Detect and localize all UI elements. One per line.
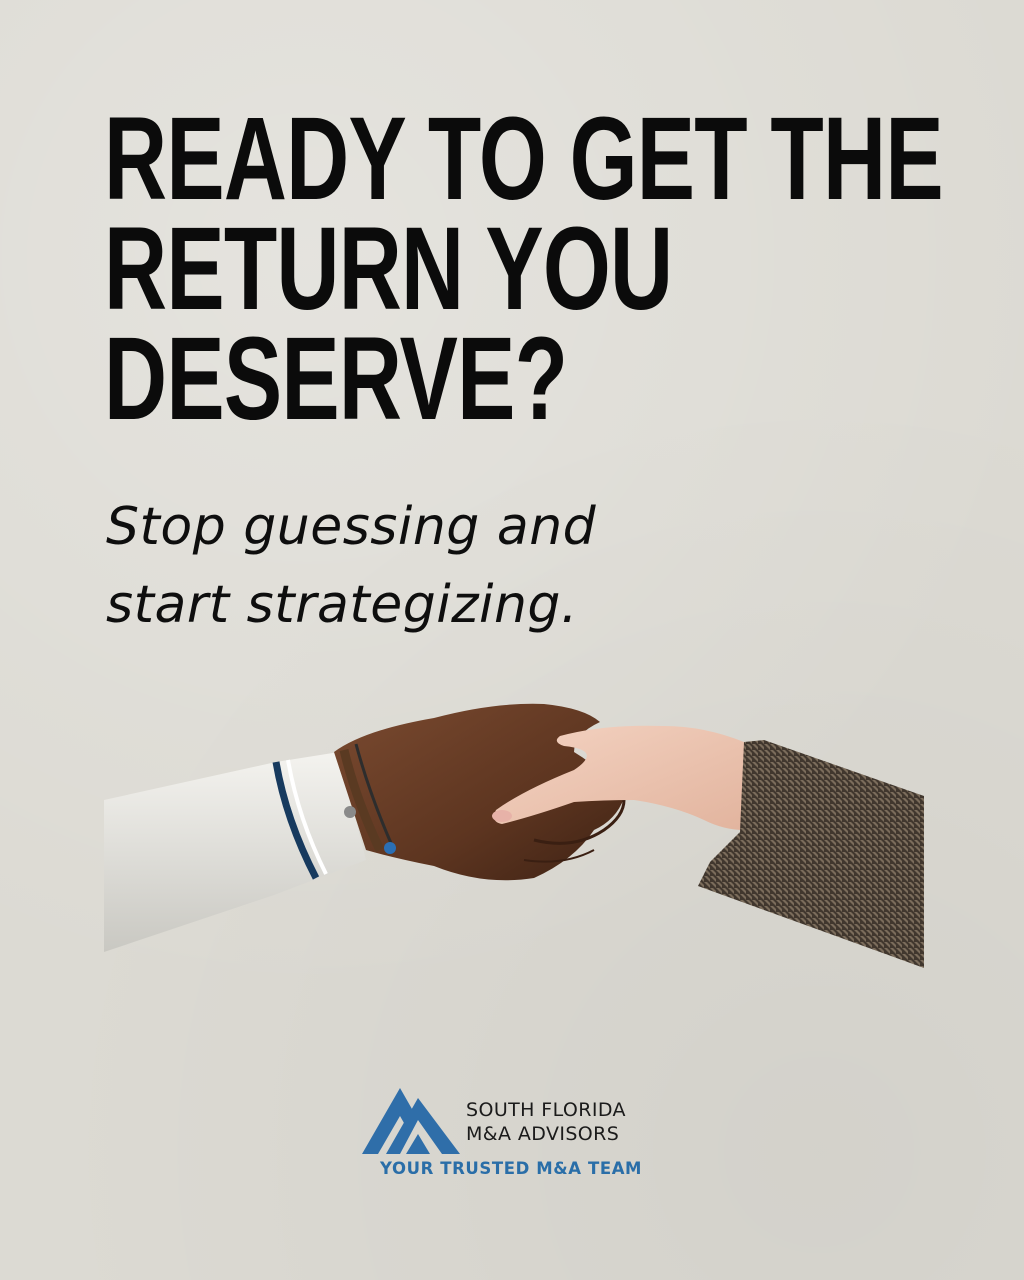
- subheadline-line-2: start strategizing.: [106, 575, 578, 635]
- company-name: SOUTH FLORIDA M&A ADVISORS: [466, 1098, 626, 1146]
- company-name-line-1: SOUTH FLORIDA: [466, 1099, 626, 1121]
- headline-line-2: RETURN YOU: [104, 203, 673, 335]
- company-tagline: YOUR TRUSTED M&A TEAM: [380, 1159, 643, 1178]
- headline-line-1: READY TO GET THE: [104, 93, 944, 225]
- handshake-photo: [104, 703, 924, 968]
- mountain-logo-icon: [362, 1088, 460, 1154]
- subheadline-line-1: Stop guessing and: [106, 497, 597, 557]
- headline-line-3: DESERVE?: [104, 313, 568, 445]
- headline: READY TO GET THE RETURN YOU DESERVE?: [104, 93, 944, 445]
- subheadline: Stop guessing and start strategizing.: [106, 488, 866, 644]
- company-name-line-2: M&A ADVISORS: [466, 1123, 620, 1145]
- brand-lockup: SOUTH FLORIDA M&A ADVISORS YOUR TRUSTED …: [362, 1088, 682, 1184]
